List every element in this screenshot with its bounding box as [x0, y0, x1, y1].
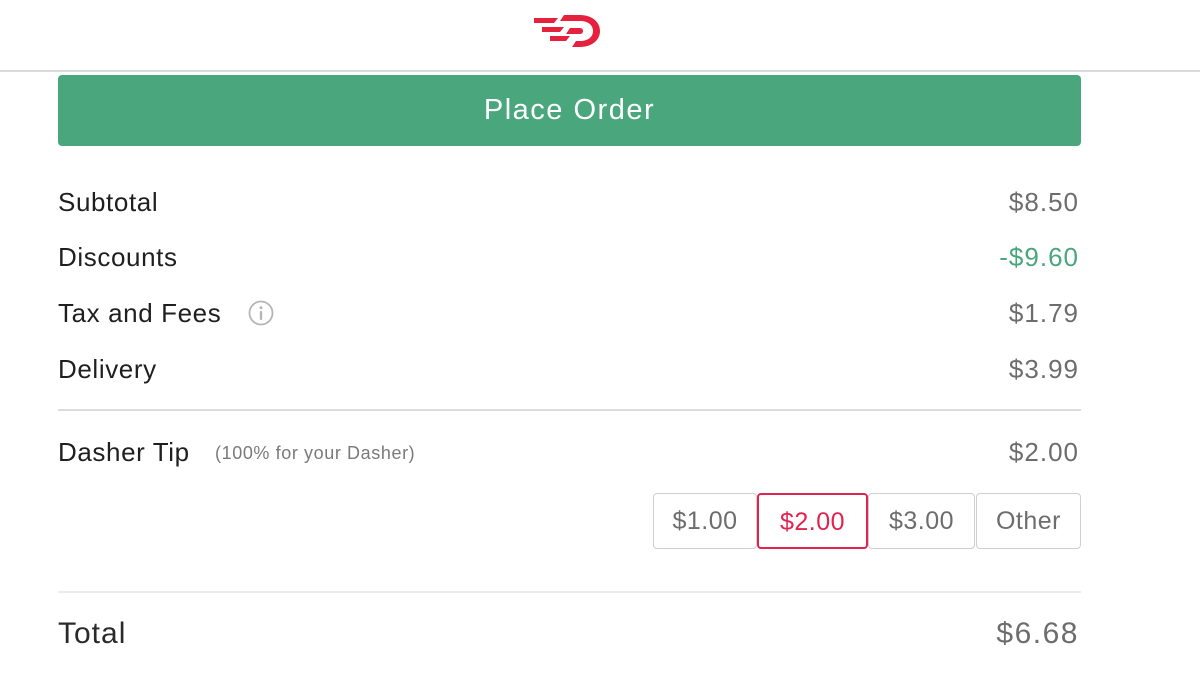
total-divider [58, 591, 1081, 593]
subtotal-row: Subtotal $8.50 [58, 182, 1081, 222]
tax-fees-row: Tax and Fees $1.79 [58, 293, 1081, 333]
tip-option-1[interactable]: $1.00 [653, 493, 757, 549]
discounts-row: Discounts -$9.60 [58, 237, 1081, 277]
dasher-tip-row: Dasher Tip (100% for your Dasher) $2.00 [58, 432, 1081, 472]
discounts-label: Discounts [58, 242, 178, 272]
tax-fees-value: $1.79 [1008, 298, 1079, 328]
doordash-logo-icon[interactable] [534, 12, 604, 50]
total-value: $6.68 [996, 617, 1079, 650]
subtotal-value: $8.50 [1008, 187, 1079, 217]
delivery-row: Delivery $3.99 [58, 349, 1081, 389]
delivery-label: Delivery [58, 354, 157, 384]
total-row: Total $6.68 [58, 612, 1081, 656]
tip-option-3[interactable]: $3.00 [868, 493, 975, 549]
summary-divider [58, 409, 1081, 411]
info-icon[interactable] [248, 300, 274, 326]
discounts-value: -$9.60 [999, 242, 1079, 272]
subtotal-label: Subtotal [58, 187, 159, 217]
dasher-tip-label: Dasher Tip [58, 437, 190, 467]
tax-fees-label: Tax and Fees [58, 298, 222, 328]
dasher-tip-value: $2.00 [1008, 437, 1079, 467]
tip-option-other[interactable]: Other [976, 493, 1081, 549]
total-label: Total [58, 617, 127, 650]
tip-option-2-selected[interactable]: $2.00 [757, 493, 868, 549]
top-bar [0, 0, 1200, 72]
dasher-tip-note: (100% for your Dasher) [215, 443, 416, 463]
place-order-button[interactable]: Place Order [58, 75, 1081, 146]
delivery-value: $3.99 [1008, 354, 1079, 384]
